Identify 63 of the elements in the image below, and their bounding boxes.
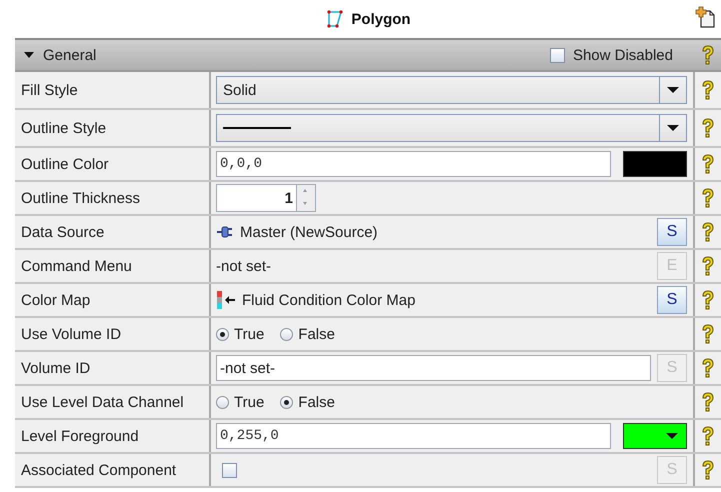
value-text: Master (NewSource): [240, 224, 379, 240]
property-label: Data Source: [15, 216, 211, 248]
help-icon[interactable]: [700, 44, 716, 66]
checkbox[interactable]: [550, 48, 565, 62]
property-label: Use Volume ID: [15, 318, 211, 350]
color-value-field[interactable]: 0,255,0: [216, 423, 611, 449]
checkbox-label[interactable]: Show Disabled: [572, 46, 673, 64]
help-icon[interactable]: [700, 391, 716, 413]
binding-button[interactable]: S: [657, 286, 687, 314]
radio-button[interactable]: [216, 396, 229, 408]
dropdown-arrow-icon[interactable]: [667, 86, 679, 94]
color-value-field[interactable]: 0,0,0: [216, 151, 611, 177]
radio-button[interactable]: [280, 328, 294, 340]
plug-icon: [216, 225, 234, 239]
text-field[interactable]: -not set-: [216, 355, 651, 381]
add-page-icon[interactable]: [695, 6, 715, 28]
property-label: Command Menu: [15, 250, 211, 282]
help-icon[interactable]: [700, 79, 716, 101]
help-icon[interactable]: [700, 117, 716, 139]
color-swatch[interactable]: [623, 151, 687, 177]
value-text: -not set-: [216, 258, 272, 274]
radio-label[interactable]: True: [234, 326, 264, 342]
polygon-icon: [325, 9, 346, 29]
dropdown-arrow-icon[interactable]: [667, 124, 679, 132]
expand-triangle-icon[interactable]: [23, 50, 35, 60]
property-label: Outline Color: [15, 148, 211, 180]
property-label: Level Foreground: [15, 420, 211, 452]
radio-label[interactable]: False: [298, 326, 335, 342]
radio-button[interactable]: [280, 396, 294, 408]
property-label: Associated Component: [15, 454, 211, 486]
dropdown[interactable]: Solid: [216, 76, 687, 104]
radio-button[interactable]: [216, 328, 229, 340]
property-label: Color Map: [15, 284, 211, 316]
help-icon[interactable]: [700, 289, 716, 311]
property-label: Volume ID: [15, 352, 211, 384]
dropdown-arrow-icon[interactable]: [666, 432, 678, 440]
radio-option[interactable]: True: [216, 394, 264, 410]
help-icon[interactable]: [700, 425, 716, 447]
help-icon[interactable]: [700, 357, 716, 379]
help-icon[interactable]: [700, 187, 716, 209]
radio-label[interactable]: True: [234, 394, 264, 410]
radio-option[interactable]: False: [280, 326, 335, 342]
color-swatch[interactable]: [623, 423, 687, 449]
value-text: Fluid Condition Color Map: [242, 292, 416, 308]
radio-option[interactable]: True: [216, 326, 264, 342]
window-title: Polygon: [351, 10, 411, 28]
property-label: Fill Style: [15, 72, 211, 108]
radio-option[interactable]: False: [280, 394, 335, 410]
property-label: Use Level Data Channel: [15, 386, 211, 418]
help-icon[interactable]: [700, 221, 716, 243]
color-map-icon: [216, 291, 236, 309]
section-header[interactable]: General Show Disabled: [15, 40, 721, 72]
property-label: Outline Thickness: [15, 182, 211, 214]
radio-label[interactable]: False: [298, 394, 335, 410]
help-icon[interactable]: [700, 323, 716, 345]
help-icon[interactable]: [700, 153, 716, 175]
line-sample: [223, 127, 291, 129]
section-title: General: [43, 46, 96, 64]
help-icon[interactable]: [700, 255, 716, 277]
help-icon[interactable]: [700, 459, 716, 481]
property-label: Outline Style: [15, 110, 211, 146]
binding-button[interactable]: S: [657, 218, 687, 246]
checkbox[interactable]: [222, 462, 237, 478]
